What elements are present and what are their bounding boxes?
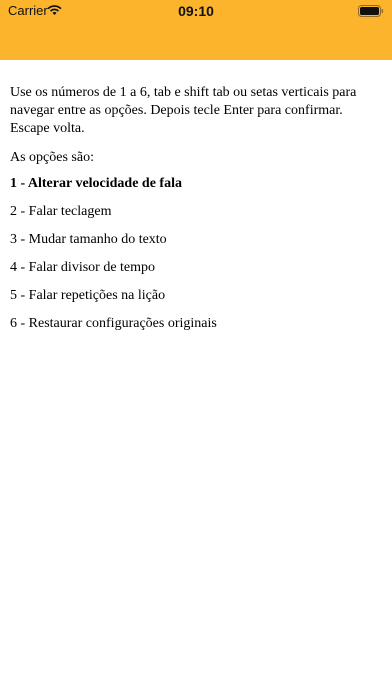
option-restore-defaults[interactable]: 6 - Restaurar configurações originais	[10, 315, 382, 343]
options-heading: As opções são:	[10, 150, 94, 165]
option-speech-speed[interactable]: 1 - Alterar velocidade de fala	[10, 175, 382, 203]
status-bar: Carrier 09:10	[0, 0, 392, 22]
options-list: 1 - Alterar velocidade de fala 2 - Falar…	[10, 175, 382, 343]
status-time: 09:10	[178, 3, 214, 19]
battery-full-icon	[358, 5, 384, 17]
app-screen: Carrier 09:10 Use os números de 1 a 6, t…	[0, 0, 392, 696]
option-text-size[interactable]: 3 - Mudar tamanho do texto	[10, 231, 382, 259]
instructions-text: Use os números de 1 a 6, tab e shift tab…	[10, 85, 357, 136]
option-speak-keystrokes[interactable]: 2 - Falar teclagem	[10, 203, 382, 231]
option-speak-time-divider[interactable]: 4 - Falar divisor de tempo	[10, 259, 382, 287]
settings-content: Use os números de 1 a 6, tab e shift tab…	[10, 84, 382, 343]
option-speak-lesson-repetitions[interactable]: 5 - Falar repetições na lição	[10, 287, 382, 315]
